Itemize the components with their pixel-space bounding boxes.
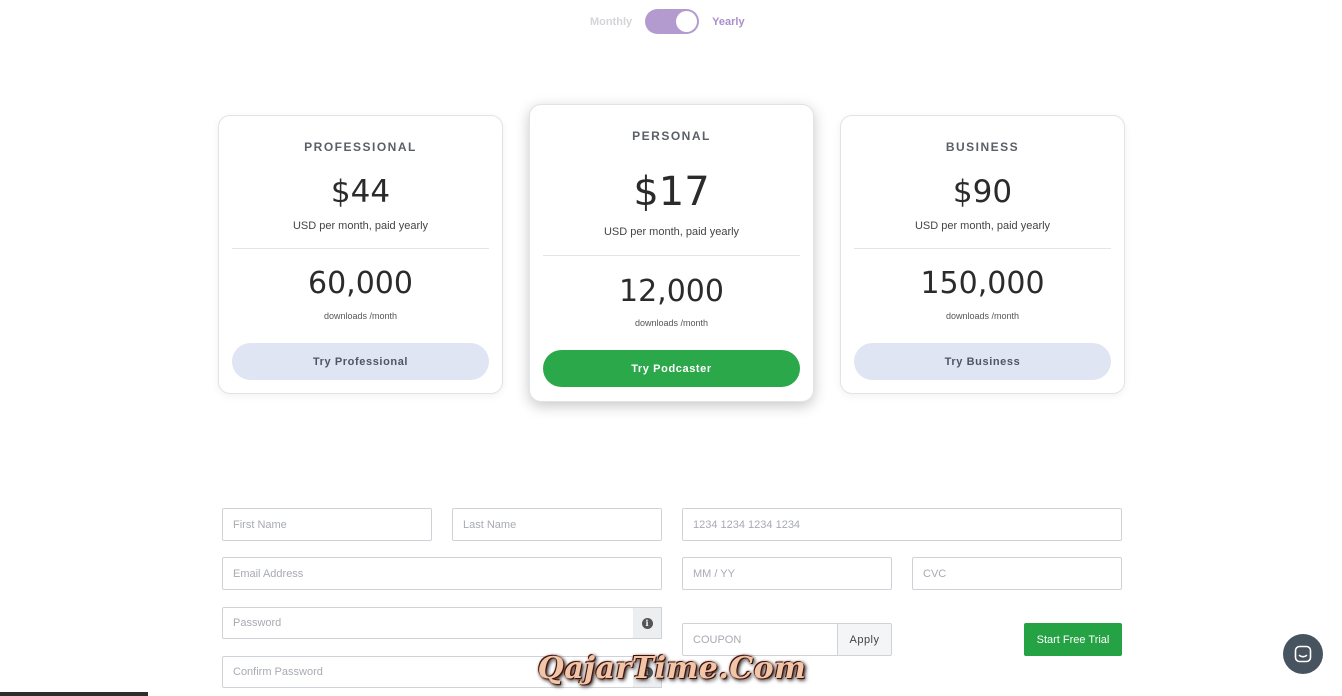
chat-bubble-icon xyxy=(1294,645,1312,663)
try-professional-button[interactable]: Try Professional xyxy=(232,343,489,380)
plan-price: $17 xyxy=(633,169,710,215)
taskbar-edge xyxy=(0,692,148,696)
billing-period-toggle: Monthly Yearly xyxy=(590,9,745,34)
plan-card-business: BUSINESS $90 USD per month, paid yearly … xyxy=(840,115,1125,394)
plan-price-note: USD per month, paid yearly xyxy=(914,220,1051,232)
password-info-addon[interactable]: i xyxy=(633,607,662,639)
try-podcaster-button[interactable]: Try Podcaster xyxy=(543,350,800,387)
cvc-input[interactable] xyxy=(912,557,1122,590)
start-free-trial-button[interactable]: Start Free Trial xyxy=(1024,623,1122,656)
plan-price: $44 xyxy=(330,174,391,210)
try-business-button[interactable]: Try Business xyxy=(854,343,1111,380)
card-number-input[interactable] xyxy=(682,508,1122,541)
card-divider xyxy=(543,255,800,256)
plan-price: $90 xyxy=(952,174,1013,210)
plan-downloads: 60,000 xyxy=(308,266,413,301)
watermark-logo: QajarTime.Com xyxy=(537,650,807,686)
billing-switch[interactable] xyxy=(645,9,700,34)
pricing-page: Monthly Yearly PROFESSIONAL $44 USD per … xyxy=(0,0,1342,696)
expiry-input[interactable] xyxy=(682,557,892,590)
first-name-input[interactable] xyxy=(222,508,432,541)
plan-name: PROFESSIONAL xyxy=(304,140,417,154)
password-input[interactable] xyxy=(222,607,634,639)
card-divider xyxy=(854,248,1111,249)
plan-name: BUSINESS xyxy=(945,140,1020,154)
monthly-label[interactable]: Monthly xyxy=(590,16,632,28)
switch-knob xyxy=(676,11,698,32)
plan-downloads-note: downloads /month xyxy=(634,318,709,328)
apply-coupon-button[interactable]: Apply xyxy=(837,623,892,656)
plan-card-professional: PROFESSIONAL $44 USD per month, paid yea… xyxy=(218,115,503,394)
email-input[interactable] xyxy=(222,557,662,590)
plan-name: PERSONAL xyxy=(632,129,711,143)
plan-price-note: USD per month, paid yearly xyxy=(603,226,740,238)
card-divider xyxy=(232,248,489,249)
plan-downloads-note: downloads /month xyxy=(323,311,398,321)
plan-downloads: 12,000 xyxy=(619,274,724,309)
plan-card-personal: PERSONAL $17 USD per month, paid yearly … xyxy=(529,104,814,402)
plan-downloads-note: downloads /month xyxy=(945,311,1020,321)
info-icon: i xyxy=(641,617,653,629)
chat-launcher-button[interactable] xyxy=(1283,634,1323,674)
yearly-label[interactable]: Yearly xyxy=(712,16,744,28)
plan-price-note: USD per month, paid yearly xyxy=(292,220,429,232)
last-name-input[interactable] xyxy=(452,508,662,541)
plan-downloads: 150,000 xyxy=(920,266,1045,301)
